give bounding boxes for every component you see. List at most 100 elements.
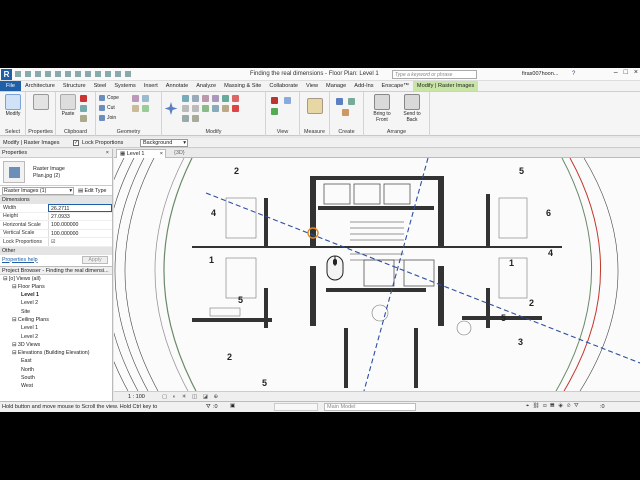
split-face-icon[interactable] (132, 95, 139, 102)
user-account[interactable]: firas007hoon... (522, 71, 558, 77)
view-control-icons[interactable]: ▢ ◐ ☀ ◫ ◪ ⊕ (162, 394, 220, 400)
view-scale[interactable]: 1 : 100 (128, 394, 145, 400)
dimensions-section[interactable]: Dimensions (0, 196, 112, 204)
browser-item[interactable]: Level 2 (0, 299, 112, 307)
tab-modify-raster-images[interactable]: Modify | Raster Images (412, 81, 479, 91)
tab-view[interactable]: View (302, 81, 322, 91)
close-properties-icon[interactable]: × (106, 150, 109, 156)
wall-joins-icon[interactable] (132, 105, 139, 112)
create-assembly-icon[interactable] (336, 98, 343, 105)
tab-file[interactable]: File (0, 81, 22, 91)
tab-level-1[interactable]: ▦ Level 1 × (116, 149, 166, 158)
browser-item[interactable]: East (0, 357, 112, 365)
bring-to-front-button[interactable]: Bring to Front (368, 94, 396, 123)
tab-insert[interactable]: Insert (140, 81, 162, 91)
maximize-icon[interactable]: □ (624, 69, 628, 76)
properties-button[interactable] (30, 94, 52, 111)
join-button[interactable]: Join (99, 115, 116, 121)
properties-help-link[interactable]: Properties help (2, 257, 38, 263)
design-option-dropdown[interactable]: Main Model (324, 403, 416, 411)
pin-icon[interactable] (232, 95, 239, 102)
browser-item[interactable]: ⊟ 3D Views (0, 341, 112, 349)
rotate-icon[interactable] (192, 105, 199, 112)
close-icon[interactable]: × (634, 69, 638, 76)
scale-icon[interactable] (222, 105, 229, 112)
help-icon[interactable]: ? (572, 71, 575, 77)
print-icon[interactable] (55, 71, 61, 77)
delete-icon[interactable] (232, 105, 239, 112)
select-panel-label[interactable]: Select (0, 129, 25, 135)
open-icon[interactable] (15, 71, 21, 77)
browser-item[interactable]: Level 1 (0, 291, 112, 299)
tab-annotate[interactable]: Annotate (162, 81, 192, 91)
workset-dropdown[interactable] (274, 403, 318, 411)
mirror-draw-icon[interactable] (212, 95, 219, 102)
thin-lines-icon[interactable] (105, 71, 111, 77)
send-to-back-button[interactable]: Send to Back (398, 94, 426, 123)
tab-3d[interactable]: {3D} (174, 150, 185, 156)
demolish-icon[interactable] (142, 105, 149, 112)
align-icon[interactable] (182, 95, 189, 102)
tab-structure[interactable]: Structure (59, 81, 90, 91)
undo-icon[interactable] (35, 71, 41, 77)
extend-icon[interactable] (192, 115, 199, 122)
close-windows-icon[interactable] (115, 71, 121, 77)
tab-massing-site[interactable]: Massing & Site (220, 81, 265, 91)
browser-item[interactable]: Site (0, 308, 112, 316)
switch-windows-icon[interactable] (125, 71, 131, 77)
browser-item[interactable]: South (0, 374, 112, 382)
copy-element-icon[interactable] (182, 105, 189, 112)
cut-clipboard-icon[interactable] (80, 95, 87, 102)
unpin-icon[interactable] (182, 115, 189, 122)
property-value[interactable]: 27.0933 (48, 212, 112, 220)
selection-filter-icon[interactable]: ⛛ (206, 404, 211, 411)
create-group-icon[interactable] (348, 98, 355, 105)
copy-icon[interactable] (80, 105, 87, 112)
browser-item[interactable]: Level 2 (0, 333, 112, 341)
browser-item[interactable]: Level 1 (0, 324, 112, 332)
tab-manage[interactable]: Manage (322, 81, 350, 91)
array-icon[interactable] (212, 105, 219, 112)
offset-icon[interactable] (192, 95, 199, 102)
apply-button[interactable]: Apply (82, 255, 108, 264)
property-value[interactable]: 100.000000 (48, 221, 112, 229)
paste-button[interactable]: Paste (59, 94, 77, 117)
browser-item[interactable]: ⊟ Floor Plans (0, 283, 112, 291)
modify-button[interactable]: Modify (2, 94, 24, 117)
tab-add-ins[interactable]: Add-Ins (350, 81, 377, 91)
other-section[interactable]: Other (0, 246, 112, 255)
create-similar-icon[interactable] (342, 109, 349, 116)
background-dropdown[interactable]: Background ▾ (140, 139, 188, 147)
property-value[interactable]: 26.2711 (48, 204, 112, 212)
floor-plan-image[interactable]: 2 5 4 6 1 4 5 2 1 5 2 3 5 (114, 157, 640, 392)
mirror-axis-icon[interactable] (202, 95, 209, 102)
close-tab-icon[interactable]: × (160, 150, 163, 158)
tab-steel[interactable]: Steel (90, 81, 111, 91)
search-input[interactable]: Type a keyword or phrase (392, 70, 477, 79)
type-selector[interactable]: Raster Image Plan.jpg (2) (0, 158, 112, 186)
property-value[interactable]: 100.000000 (48, 229, 112, 237)
text-icon[interactable] (75, 71, 81, 77)
lock-proportions-checkbox[interactable]: ✓ (73, 139, 79, 146)
hide-icon[interactable] (271, 97, 278, 104)
match-type-icon[interactable] (80, 115, 87, 122)
tab-analyze[interactable]: Analyze (192, 81, 220, 91)
redo-icon[interactable] (45, 71, 51, 77)
section-icon[interactable] (95, 71, 101, 77)
measure-icon[interactable] (65, 71, 71, 77)
browser-item[interactable]: ⊟ [o] Views (all) (0, 275, 112, 283)
instance-selector[interactable]: Raster Images (1) ▾ (2, 187, 74, 195)
split-icon[interactable] (222, 95, 229, 102)
3d-view-icon[interactable] (85, 71, 91, 77)
tab-architecture[interactable]: Architecture (21, 81, 59, 91)
browser-item[interactable]: North (0, 366, 112, 374)
tab-enscape[interactable]: Enscape™ (378, 81, 413, 91)
paint-icon[interactable] (142, 95, 149, 102)
selection-settings-icons[interactable]: ⌖ ⛓ ⊡ ▦ ◈ ⊘ ⛛ (526, 403, 580, 410)
tab-systems[interactable]: Systems (110, 81, 139, 91)
browser-item[interactable]: ⊟ Ceiling Plans (0, 316, 112, 324)
worksets-icon[interactable]: ▣ (230, 403, 235, 409)
tab-collaborate[interactable]: Collaborate (265, 81, 302, 91)
cut-button[interactable]: Cut (99, 105, 115, 111)
move-button[interactable] (164, 102, 178, 116)
